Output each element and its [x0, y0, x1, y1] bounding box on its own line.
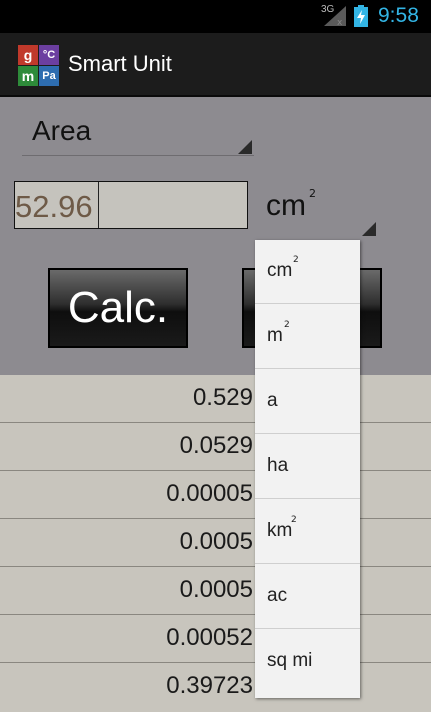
- status-bar: 3G x 9:58: [0, 0, 431, 33]
- unit-option-ac[interactable]: ac: [255, 565, 360, 629]
- spinner-arrow-icon: [238, 140, 252, 154]
- unit-option-label: m: [267, 325, 283, 346]
- app-icon-tile: g: [18, 45, 38, 65]
- unit-option-cm2[interactable]: cm 2: [255, 240, 360, 304]
- result-value: 0.00052: [166, 624, 253, 651]
- app-icon-letter: Pa: [42, 70, 56, 82]
- category-spinner[interactable]: Area: [22, 105, 254, 156]
- value-input-text: 52.96: [15, 189, 93, 224]
- unit-option-label: ac: [267, 585, 288, 606]
- unit-dropdown-list: cm 2 m 2 a ha km 2 ac sq mi: [255, 240, 360, 698]
- app-icon-tile: Pa: [39, 66, 59, 86]
- result-row[interactable]: 0.0529: [0, 423, 431, 471]
- result-row[interactable]: 0.00052: [0, 615, 431, 663]
- app-icon-tile: m: [18, 66, 38, 86]
- result-row[interactable]: 0.39723: [0, 663, 431, 710]
- converter-form: Area 52.96 cm 2 Calc. C r: [0, 97, 431, 375]
- app-icon-letter: m: [21, 68, 35, 84]
- unit-option-superscript: 2: [291, 515, 297, 525]
- results-list: 0.529 0.0529 0.00005 0.0005 0.0005 0.000…: [0, 375, 431, 712]
- value-input[interactable]: 52.96: [14, 181, 248, 229]
- result-value: 0.0005: [179, 576, 253, 603]
- unit-option-label: km: [267, 520, 293, 541]
- result-row[interactable]: 0.0005: [0, 567, 431, 615]
- unit-option-label: a: [267, 390, 278, 411]
- unit-selected-label: cm: [266, 189, 306, 222]
- result-value: 0.39723: [166, 672, 253, 699]
- app-logo-icon: g °C m Pa: [18, 45, 60, 87]
- app-icon-tile: °C: [39, 45, 59, 65]
- signal-icon: x: [324, 6, 346, 26]
- result-row[interactable]: 0.00005: [0, 471, 431, 519]
- result-row[interactable]: 0.0005: [0, 519, 431, 567]
- result-value: 0.0529: [179, 432, 253, 459]
- unit-selected-superscript: 2: [309, 187, 316, 200]
- unit-option-sq-mi[interactable]: sq mi: [255, 630, 360, 694]
- result-row[interactable]: 0.529: [0, 375, 431, 423]
- calc-button[interactable]: Calc.: [48, 268, 188, 348]
- category-label: Area: [32, 115, 92, 146]
- unit-option-label: ha: [267, 455, 289, 476]
- unit-option-m2[interactable]: m 2: [255, 305, 360, 369]
- result-value: 0.0005: [179, 528, 253, 555]
- action-bar: g °C m Pa Smart Unit: [0, 33, 431, 97]
- clock: 9:58: [378, 4, 419, 27]
- text-cursor: [98, 182, 99, 228]
- unit-option-a[interactable]: a: [255, 370, 360, 434]
- unit-spinner[interactable]: cm 2: [258, 177, 378, 236]
- result-value: 0.00005: [166, 480, 253, 507]
- unit-option-km2[interactable]: km 2: [255, 500, 360, 564]
- unit-option-superscript: 2: [284, 320, 290, 330]
- battery-charging-icon: [354, 5, 368, 27]
- unit-option-label: sq mi: [267, 650, 313, 671]
- app-icon-letter: g: [23, 47, 33, 63]
- result-value: 0.529: [192, 384, 253, 411]
- unit-option-ha[interactable]: ha: [255, 435, 360, 499]
- svg-text:x: x: [337, 18, 343, 26]
- app-title: Smart Unit: [68, 51, 172, 76]
- app-icon-letter: °C: [42, 49, 56, 61]
- spinner-arrow-icon: [362, 222, 376, 236]
- unit-option-label: cm: [267, 260, 293, 281]
- unit-option-superscript: 2: [293, 255, 299, 265]
